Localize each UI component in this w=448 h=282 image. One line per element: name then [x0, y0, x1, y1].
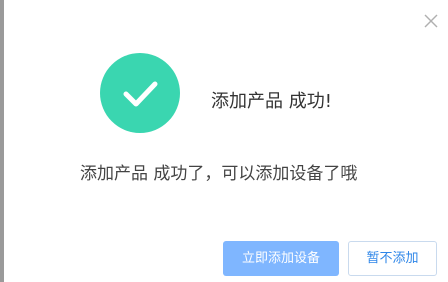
- checkmark-icon: [123, 81, 158, 107]
- add-device-now-button[interactable]: 立即添加设备: [223, 241, 339, 276]
- dialog-title: 添加产品 成功!: [211, 91, 332, 112]
- close-icon[interactable]: [422, 12, 440, 30]
- success-badge: [100, 53, 180, 133]
- dialog-message: 添加产品 成功了，可以添加设备了哦: [80, 164, 358, 184]
- skip-add-button[interactable]: 暂不添加: [348, 241, 437, 276]
- success-dialog: 添加产品 成功! 添加产品 成功了，可以添加设备了哦 立即添加设备 暂不添加: [4, 0, 448, 282]
